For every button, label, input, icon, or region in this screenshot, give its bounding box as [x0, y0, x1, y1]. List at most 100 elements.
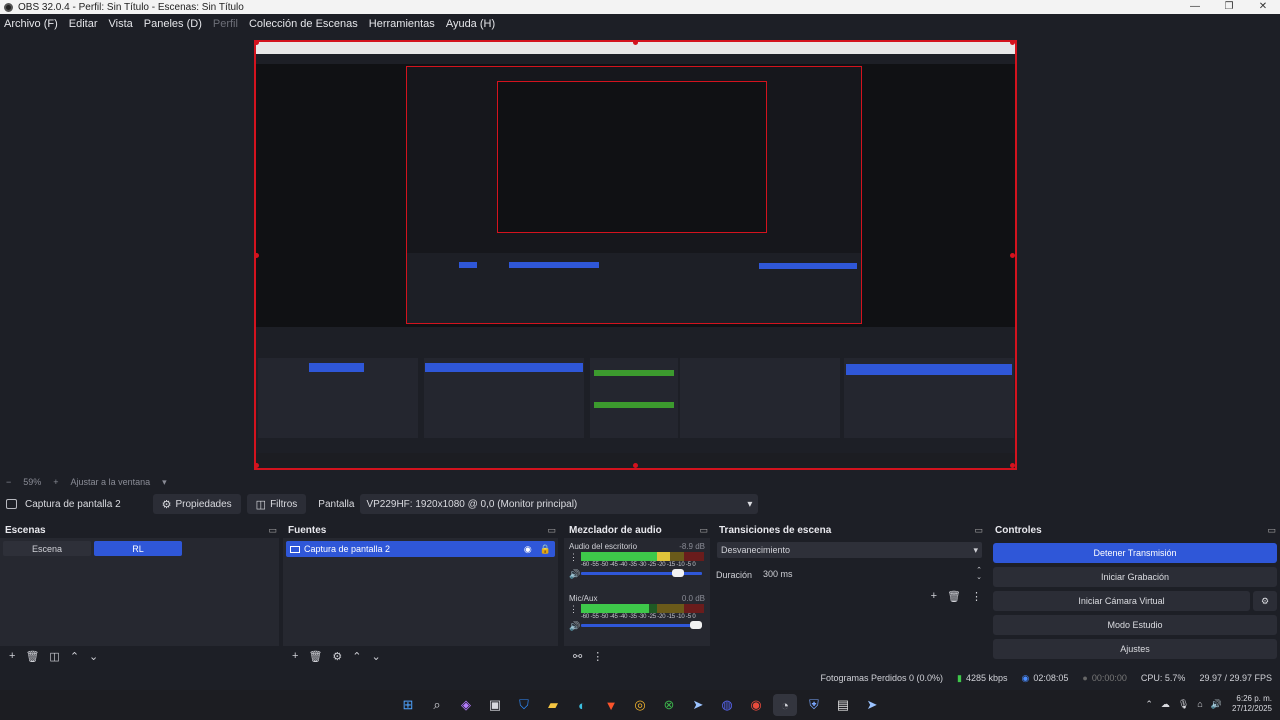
nested-meter-2	[594, 402, 674, 408]
trash-icon[interactable]: 🗑	[308, 650, 322, 663]
more-icon[interactable]: ⋮	[569, 552, 578, 563]
preview-canvas[interactable]	[254, 40, 1017, 470]
maximize-icon[interactable]: ❐	[1212, 0, 1246, 14]
search-icon[interactable]: ⌕	[425, 694, 449, 716]
dock-menu-icon[interactable]: ▭	[699, 525, 708, 536]
menu-paneles[interactable]: Paneles (D)	[144, 18, 202, 30]
trash-icon[interactable]: 🗑	[25, 650, 39, 663]
gear-icon[interactable]: ⚙	[332, 650, 342, 663]
network-icon[interactable]: ⌂	[1197, 699, 1202, 709]
discord-icon[interactable]: ◍	[715, 694, 739, 716]
resize-handle[interactable]	[1010, 253, 1015, 258]
volume-knob[interactable]	[690, 621, 702, 629]
brave-icon[interactable]: ▼	[599, 694, 623, 716]
menu-ayuda[interactable]: Ayuda (H)	[446, 18, 495, 30]
windows-start-icon[interactable]: ⊞	[396, 694, 420, 716]
dock-menu-icon[interactable]: ▭	[547, 525, 556, 536]
edge-icon[interactable]: ◐	[570, 694, 594, 716]
arrow-up-icon[interactable]: ⌃	[352, 650, 361, 663]
volume-icon[interactable]: 🔊	[1211, 699, 1222, 710]
monitor-icon	[6, 499, 17, 509]
speaker-icon[interactable]: 🔊	[569, 569, 580, 580]
window-titlebar: OBS 32.0.4 - Perfil: Sin Título - Escena…	[0, 0, 1280, 14]
link-icon[interactable]: ⚯	[573, 650, 582, 663]
folder-icon[interactable]: ▰	[541, 694, 565, 716]
shield-icon[interactable]: ⛉	[512, 694, 536, 716]
lock-icon[interactable]: 🔒	[540, 544, 551, 555]
more-icon[interactable]: ⋮	[569, 604, 578, 615]
volume-knob[interactable]	[671, 569, 684, 577]
filter-icon[interactable]: ◫	[49, 650, 59, 663]
settings-button[interactable]: Ajustes	[993, 639, 1277, 659]
arrow-up-icon[interactable]: ⌃	[70, 650, 79, 663]
minimize-icon[interactable]: —	[1178, 0, 1212, 14]
task-view-icon[interactable]: ▣	[483, 694, 507, 716]
dock-menu-icon[interactable]: ▭	[974, 525, 983, 536]
cloud-icon[interactable]: ☁	[1161, 699, 1170, 710]
menu-vista[interactable]: Vista	[109, 18, 133, 30]
start-recording-button[interactable]: Iniciar Grabación	[993, 567, 1277, 587]
screen-select-value: VP229HF: 1920x1080 @ 0,0 (Monitor princi…	[366, 498, 578, 510]
source-item[interactable]: Captura de pantalla 2 ◉ 🔒	[286, 541, 555, 557]
properties-button[interactable]: ⚙ Propiedades	[152, 494, 241, 514]
more-icon[interactable]: ⋮	[592, 650, 603, 663]
volume-slider[interactable]	[581, 621, 702, 629]
screen-select[interactable]: VP229HF: 1920x1080 @ 0,0 (Monitor princi…	[360, 494, 759, 514]
nested-preview-inner	[497, 81, 767, 233]
arrow-down-icon[interactable]: ⌄	[372, 650, 381, 663]
menu-coleccion-escenas[interactable]: Colección de Escenas	[249, 18, 358, 30]
clock[interactable]: 6:26 p. m. 27/12/2025	[1232, 694, 1272, 714]
spin-arrows-icon[interactable]: ⌃ ⌄	[976, 567, 982, 581]
fit-to-window-select[interactable]: Ajustar a la ventana	[71, 477, 151, 487]
obs-icon[interactable]: ◔	[773, 694, 797, 716]
start-virtual-camera-button[interactable]: Iniciar Cámara Virtual	[993, 591, 1250, 611]
dock-menu-icon[interactable]: ▭	[268, 525, 277, 536]
stop-streaming-button[interactable]: Detener Transmisión	[993, 543, 1277, 563]
menu-archivo[interactable]: Archivo (F)	[4, 18, 58, 30]
virtual-camera-settings-button[interactable]: ⚙	[1253, 591, 1277, 611]
filters-button[interactable]: ◫ Filtros	[246, 494, 307, 514]
resize-handle[interactable]	[1010, 463, 1015, 468]
chrome-profile-icon[interactable]: ◉	[744, 694, 768, 716]
resize-handle[interactable]	[633, 42, 638, 45]
epic-games-icon[interactable]: ▤	[831, 694, 855, 716]
zoom-out-button[interactable]: −	[6, 477, 11, 487]
arrow-down-icon[interactable]: ⌄	[89, 650, 98, 663]
filters-label: Filtros	[270, 498, 298, 510]
resize-handle[interactable]	[256, 42, 259, 45]
zoom-in-button[interactable]: +	[53, 477, 58, 487]
speaker-icon[interactable]: 🔊	[569, 621, 580, 632]
trash-icon[interactable]: 🗑	[947, 590, 961, 603]
add-icon[interactable]: +	[9, 650, 15, 662]
sources-footer: + 🗑 ⚙ ⌃ ⌄	[283, 646, 558, 666]
menu-herramientas[interactable]: Herramientas	[369, 18, 435, 30]
scene-button[interactable]: Escena	[3, 541, 91, 556]
nested-rl-btn	[309, 363, 364, 372]
add-icon[interactable]: +	[292, 650, 298, 662]
microphone-icon[interactable]: 🎙	[1178, 699, 1189, 710]
volume-slider[interactable]	[581, 569, 702, 577]
resize-handle[interactable]	[633, 463, 638, 468]
steam-icon[interactable]: ➤	[686, 694, 710, 716]
vpn-shield-icon[interactable]: ⛨	[802, 694, 826, 716]
menu-editar[interactable]: Editar	[69, 18, 98, 30]
scene-button-active[interactable]: RL	[94, 541, 182, 556]
copilot-icon[interactable]: ◈	[454, 694, 478, 716]
resize-handle[interactable]	[256, 463, 259, 468]
studio-mode-button[interactable]: Modo Estudio	[993, 615, 1277, 635]
add-icon[interactable]: +	[931, 590, 937, 603]
duration-spinbox[interactable]: 300 ms ⌃ ⌄	[759, 566, 982, 582]
transition-select[interactable]: Desvanecimiento ▾	[717, 542, 982, 558]
menu-perfil[interactable]: Perfil	[213, 18, 238, 30]
dock-menu-icon[interactable]: ▭	[1267, 525, 1276, 536]
resize-handle[interactable]	[1010, 42, 1015, 45]
close-icon[interactable]: ✕	[1246, 0, 1280, 14]
resize-handle[interactable]	[256, 253, 259, 258]
chevron-down-icon[interactable]: ▾	[162, 477, 167, 488]
chevron-up-icon[interactable]: ⌃	[1145, 699, 1153, 710]
chrome-icon[interactable]: ◎	[628, 694, 652, 716]
steam-alt-icon[interactable]: ➤	[860, 694, 884, 716]
xbox-icon[interactable]: ⊗	[657, 694, 681, 716]
eye-icon[interactable]: ◉	[524, 544, 532, 555]
more-icon[interactable]: ⋮	[971, 590, 982, 603]
